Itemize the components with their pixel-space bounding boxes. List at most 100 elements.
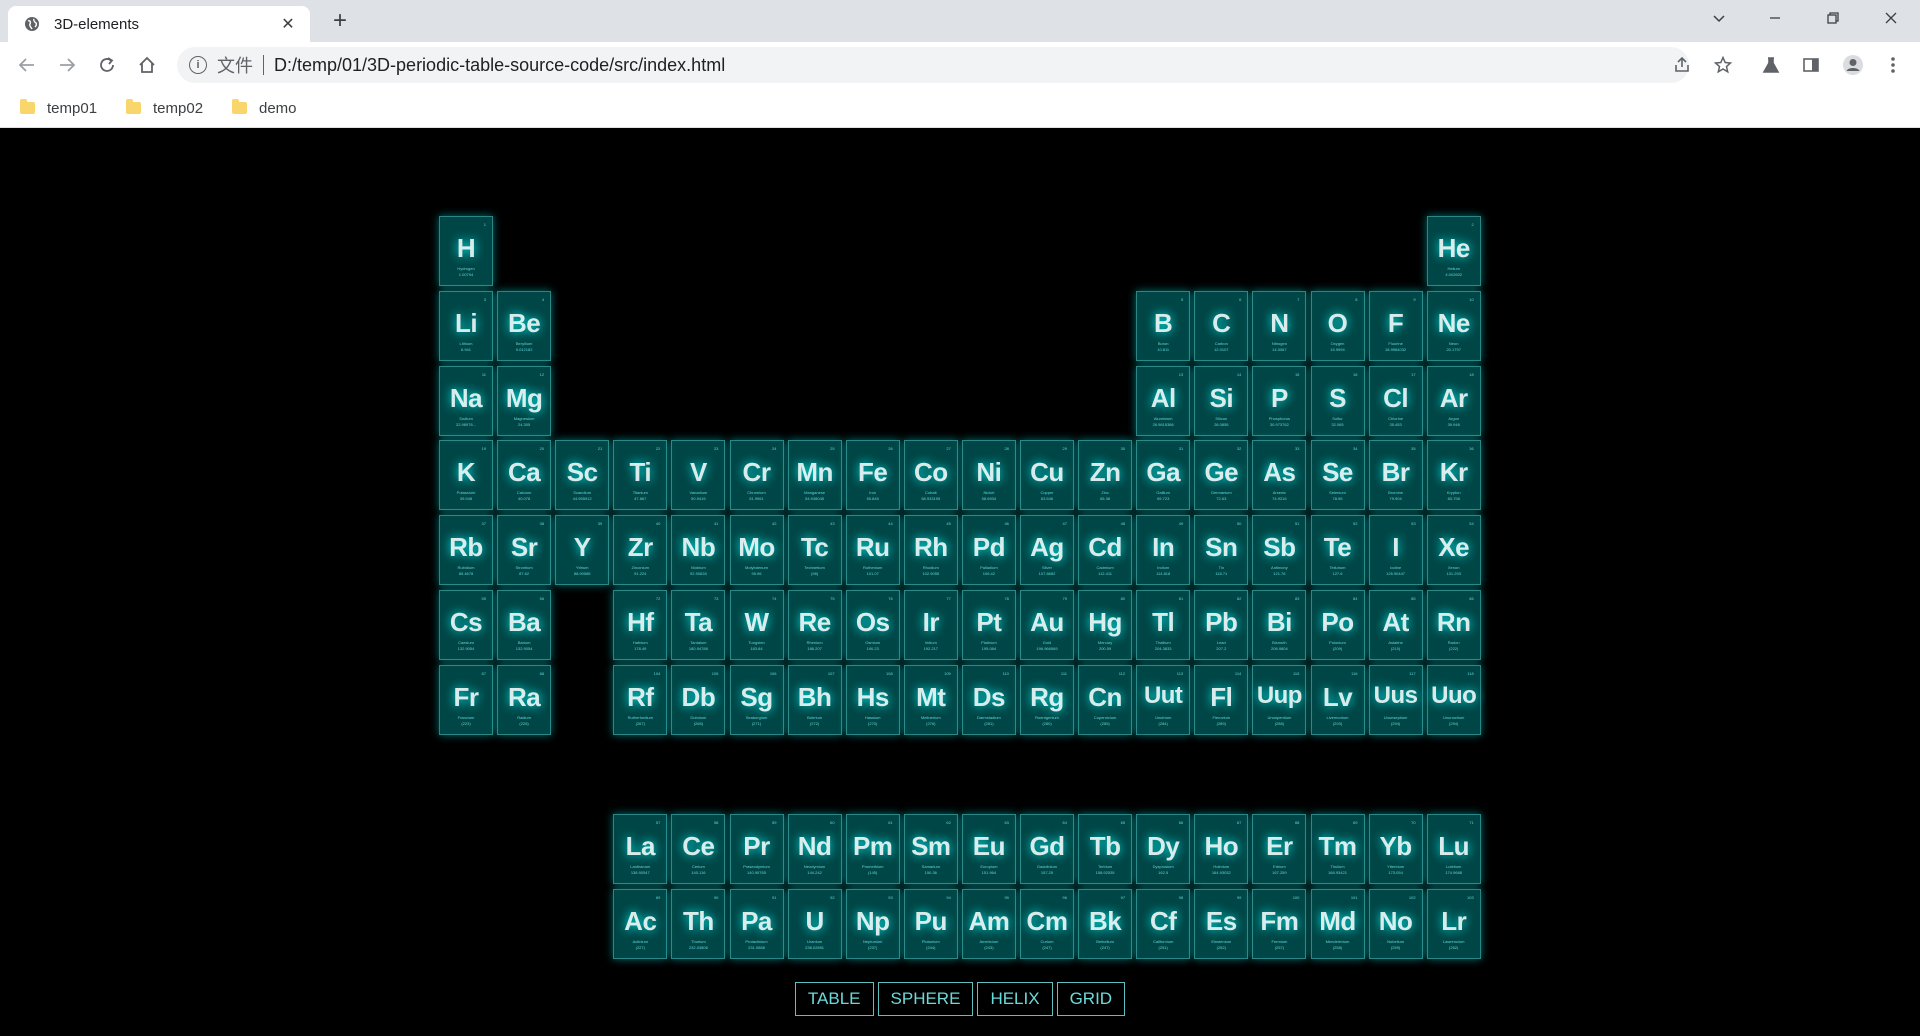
element-tile-ac[interactable]: 89 Ac Actinium (227) [613, 889, 668, 960]
close-tab-icon[interactable]: ✕ [278, 14, 298, 34]
element-tile-pd[interactable]: 46 Pd Palladium 106.42 [961, 515, 1016, 586]
element-tile-i[interactable]: 53 I Iodine 126.90447 [1368, 515, 1423, 586]
element-tile-sb[interactable]: 51 Sb Antimony 121.76 [1252, 515, 1307, 586]
profile-avatar-icon[interactable] [1840, 52, 1866, 78]
element-tile-o[interactable]: 8 O Oxygen 15.9994 [1310, 290, 1365, 361]
element-tile-at[interactable]: 85 At Astatine (210) [1368, 590, 1423, 660]
element-tile-in[interactable]: 49 In Indium 114.818 [1136, 515, 1191, 586]
element-tile-n[interactable]: 7 N Nitrogen 14.0067 [1252, 290, 1307, 361]
element-tile-ag[interactable]: 47 Ag Silver 107.8682 [1020, 515, 1074, 586]
element-tile-lr[interactable]: 103 Lr Lawrencium (262) [1426, 889, 1481, 960]
element-tile-mt[interactable]: 109 Mt Meitnerium (276) [903, 664, 958, 735]
element-tile-kr[interactable]: 36 Kr Krypton 83.798 [1426, 440, 1481, 511]
element-tile-fr[interactable]: 87 Fr Francium (223) [439, 664, 493, 735]
element-tile-uut[interactable]: 113 Uut Unutrium (284) [1136, 664, 1191, 735]
restore-icon[interactable] [1810, 0, 1856, 36]
element-tile-tl[interactable]: 81 Tl Thallium 204.3833 [1136, 590, 1191, 660]
element-tile-u[interactable]: 92 U Uranium 238.02891 [787, 889, 842, 960]
address-bar[interactable]: i 文件 D:/temp/01/3D-periodic-table-source… [177, 47, 1689, 83]
element-tile-uus[interactable]: 117 Uus Ununseptium (294) [1368, 664, 1423, 735]
element-tile-sc[interactable]: 21 Sc Scandium 44.955912 [555, 440, 610, 511]
element-tile-he[interactable]: 2 He Helium 4.002602 [1426, 216, 1481, 286]
share-icon[interactable] [1669, 52, 1695, 78]
element-tile-be[interactable]: 4 Be Beryllium 9.012182 [497, 290, 552, 361]
element-tile-lu[interactable]: 71 Lu Lutetium 174.9668 [1426, 814, 1481, 885]
element-tile-sn[interactable]: 50 Sn Tin 118.71 [1194, 515, 1249, 586]
element-tile-hs[interactable]: 108 Hs Hassium (270) [845, 664, 900, 735]
element-tile-s[interactable]: 16 S Sulfur 32.065 [1310, 365, 1365, 436]
element-tile-nb[interactable]: 41 Nb Niobium 92.90628 [671, 515, 726, 586]
element-tile-hf[interactable]: 72 Hf Hafnium 178.49 [613, 590, 668, 660]
element-tile-se[interactable]: 34 Se Selenium 78.96 [1310, 440, 1365, 511]
element-tile-xe[interactable]: 54 Xe Xenon 131.293 [1426, 515, 1481, 586]
bookmark-temp01[interactable]: temp01 [20, 96, 97, 120]
element-tile-cd[interactable]: 48 Cd Cadmium 112.411 [1078, 515, 1133, 586]
element-tile-c[interactable]: 6 C Carbon 12.0107 [1194, 290, 1249, 361]
element-tile-ti[interactable]: 22 Ti Titanium 47.867 [613, 440, 668, 511]
element-tile-er[interactable]: 68 Er Erbium 167.259 [1252, 814, 1307, 885]
element-tile-as[interactable]: 33 As Arsenic 74.9216 [1252, 440, 1307, 511]
element-tile-ge[interactable]: 32 Ge Germanium 72.63 [1194, 440, 1249, 511]
helix-button[interactable]: HELIX [977, 982, 1053, 1016]
element-tile-pm[interactable]: 61 Pm Promethium (145) [845, 814, 900, 885]
element-tile-os[interactable]: 76 Os Osmium 190.23 [845, 590, 900, 660]
element-tile-ta[interactable]: 73 Ta Tantalum 180.94788 [671, 590, 726, 660]
element-tile-v[interactable]: 23 V Vanadium 50.9415 [671, 440, 726, 511]
element-tile-pt[interactable]: 78 Pt Platinum 195.084 [961, 590, 1016, 660]
element-tile-br[interactable]: 35 Br Bromine 79.904 [1368, 440, 1423, 511]
element-tile-li[interactable]: 3 Li Lithium 6.941 [439, 290, 493, 361]
menu-kebab-icon[interactable] [1880, 52, 1906, 78]
table-button[interactable]: TABLE [794, 982, 874, 1016]
grid-button[interactable]: GRID [1056, 982, 1126, 1016]
element-tile-ir[interactable]: 77 Ir Iridium 192.217 [903, 590, 958, 660]
element-tile-w[interactable]: 74 W Tungsten 183.84 [729, 590, 784, 660]
element-tile-bh[interactable]: 107 Bh Bohrium (272) [787, 664, 842, 735]
element-tile-po[interactable]: 84 Po Polonium (209) [1310, 590, 1365, 660]
element-tile-sr[interactable]: 38 Sr Strontium 87.62 [497, 515, 552, 586]
element-tile-cm[interactable]: 96 Cm Curium (247) [1020, 889, 1074, 960]
tab-search-chevron-icon[interactable] [1696, 0, 1742, 36]
element-tile-es[interactable]: 99 Es Einstenium (252) [1194, 889, 1249, 960]
element-tile-f[interactable]: 9 F Fluorine 18.9984032 [1368, 290, 1423, 361]
element-tile-uuo[interactable]: 118 Uuo Ununoctium (294) [1426, 664, 1481, 735]
element-tile-cf[interactable]: 98 Cf Californium (251) [1136, 889, 1191, 960]
element-tile-tb[interactable]: 65 Tb Terbium 158.92535 [1078, 814, 1133, 885]
element-tile-ni[interactable]: 28 Ni Nickel 58.6934 [961, 440, 1016, 511]
element-tile-h[interactable]: 1 H Hydrogen 1.00794 [439, 216, 493, 286]
element-tile-bi[interactable]: 83 Bi Bismuth 208.9804 [1252, 590, 1307, 660]
element-tile-pb[interactable]: 82 Pb Lead 207.2 [1194, 590, 1249, 660]
close-window-icon[interactable] [1868, 0, 1914, 36]
element-tile-na[interactable]: 11 Na Sodium 22.98976... [439, 365, 493, 436]
element-tile-am[interactable]: 95 Am Americium (243) [961, 889, 1016, 960]
element-tile-bk[interactable]: 97 Bk Berkelium (247) [1078, 889, 1133, 960]
url-text[interactable]: D:/temp/01/3D-periodic-table-source-code… [274, 55, 725, 76]
element-tile-rf[interactable]: 104 Rf Rutherfordium (267) [613, 664, 668, 735]
element-tile-np[interactable]: 93 Np Neptunium (237) [845, 889, 900, 960]
element-tile-pu[interactable]: 94 Pu Plutonium (244) [903, 889, 958, 960]
element-tile-al[interactable]: 13 Al Aluminium 26.9815386 [1136, 365, 1191, 436]
element-tile-pa[interactable]: 91 Pa Protactinium 231.0588 [729, 889, 784, 960]
element-tile-si[interactable]: 14 Si Silicon 28.0855 [1194, 365, 1249, 436]
sphere-button[interactable]: SPHERE [877, 982, 974, 1016]
element-tile-md[interactable]: 101 Md Mendelevium (258) [1310, 889, 1365, 960]
element-tile-fm[interactable]: 100 Fm Fermium (257) [1252, 889, 1307, 960]
element-tile-uup[interactable]: 115 Uup Ununpentium (288) [1252, 664, 1307, 735]
element-tile-ds[interactable]: 110 Ds Darmstadium (281) [961, 664, 1016, 735]
element-tile-lv[interactable]: 116 Lv Livermorium (293) [1310, 664, 1365, 735]
element-tile-la[interactable]: 57 La Lanthanum 138.90547 [613, 814, 668, 885]
new-tab-button[interactable]: + [326, 8, 354, 36]
element-tile-no[interactable]: 102 No Nobelium (259) [1368, 889, 1423, 960]
element-tile-eu[interactable]: 63 Eu Europium 151.964 [961, 814, 1016, 885]
element-tile-rg[interactable]: 111 Rg Roentgenium (280) [1020, 664, 1074, 735]
element-tile-y[interactable]: 39 Y Yttrium 88.90585 [555, 515, 610, 586]
element-tile-nd[interactable]: 60 Nd Neodymium 144.242 [787, 814, 842, 885]
element-tile-tc[interactable]: 43 Tc Technetium (98) [787, 515, 842, 586]
element-tile-ga[interactable]: 31 Ga Gallium 69.723 [1136, 440, 1191, 511]
element-tile-cs[interactable]: 55 Cs Caesium 132.9054 [439, 590, 493, 660]
element-tile-th[interactable]: 90 Th Thorium 232.03806 [671, 889, 726, 960]
element-tile-te[interactable]: 52 Te Tellurium 127.6 [1310, 515, 1365, 586]
element-tile-mg[interactable]: 12 Mg Magnesium 24.305 [497, 365, 552, 436]
element-tile-rh[interactable]: 45 Rh Rhodium 102.9055 [903, 515, 958, 586]
element-tile-hg[interactable]: 80 Hg Mercury 200.59 [1078, 590, 1133, 660]
element-tile-ce[interactable]: 58 Ce Cerium 140.116 [671, 814, 726, 885]
